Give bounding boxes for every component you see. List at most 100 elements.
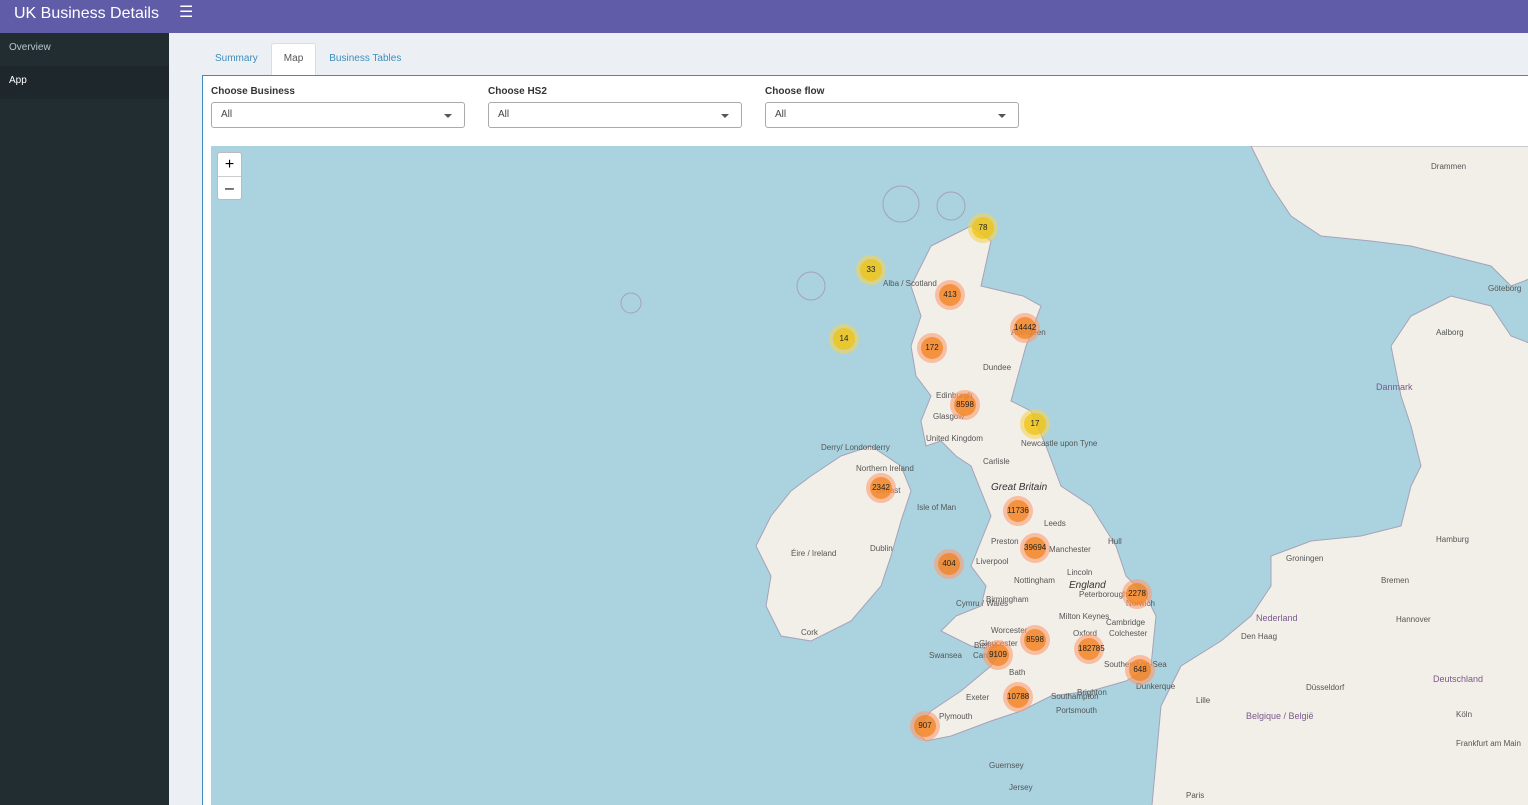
map-place-label: Portsmouth (1056, 706, 1097, 715)
flow-select[interactable]: All (765, 102, 1019, 128)
cluster-marker[interactable]: 14442 (1010, 313, 1040, 343)
map-place-label: Peterborough (1079, 590, 1128, 599)
cluster-marker[interactable]: 10788 (1003, 682, 1033, 712)
hs2-filter-label: Choose HS2 (488, 86, 547, 97)
cluster-marker[interactable]: 9109 (983, 640, 1013, 670)
map-place-label: Belgique / België (1246, 711, 1314, 721)
cluster-count: 404 (938, 553, 960, 575)
cluster-marker[interactable]: 2278 (1122, 579, 1152, 609)
map-place-label: Lincoln (1067, 568, 1093, 577)
cluster-count: 39694 (1024, 537, 1046, 559)
caret-down-icon (444, 114, 452, 118)
map-place-label: Jersey (1009, 783, 1033, 792)
map-place-label: Manchester (1049, 545, 1091, 554)
map-place-label: Derry/ Londonderry (821, 443, 890, 452)
map-place-label: Great Britain (991, 482, 1048, 493)
cluster-count: 9109 (987, 644, 1009, 666)
continental-europe-landmass (1151, 295, 1528, 805)
map-place-label: Göteborg (1488, 284, 1522, 293)
map-place-label: Alba / Scotland (883, 279, 937, 288)
map-place-label: Northern Ireland (856, 464, 914, 473)
cluster-count: 182785 (1078, 638, 1105, 660)
map-place-label: Nottingham (1014, 576, 1055, 585)
map-place-label: Hannover (1396, 615, 1431, 624)
business-select[interactable]: All (211, 102, 465, 128)
cluster-count: 172 (921, 337, 943, 359)
map-place-label: Düsseldorf (1306, 683, 1345, 692)
island-outline (620, 292, 642, 314)
map-place-label: Köln (1456, 710, 1473, 719)
cluster-marker[interactable]: 33 (856, 255, 886, 285)
cluster-count: 10788 (1007, 686, 1029, 708)
map-place-label: Den Haag (1241, 632, 1278, 641)
map-place-label: Dundee (983, 363, 1012, 372)
zoom-out-button[interactable]: – (218, 176, 241, 199)
map-place-label: Cambridge (1106, 618, 1146, 627)
map-place-label: Exeter (966, 693, 990, 702)
cluster-marker[interactable]: 39694 (1020, 533, 1050, 563)
tab-business-tables[interactable]: Business Tables (316, 43, 414, 76)
cluster-marker[interactable]: 182785 (1074, 634, 1105, 664)
cluster-marker[interactable]: 404 (934, 549, 964, 579)
map-place-label: Lille (1196, 696, 1211, 705)
sidebar-item-overview[interactable]: Overview (0, 33, 169, 66)
caret-down-icon (721, 114, 729, 118)
zoom-control: + – (217, 152, 242, 200)
map-place-label: United Kingdom (926, 434, 983, 443)
cluster-marker[interactable]: 14 (829, 324, 859, 354)
map-place-label: Colchester (1109, 629, 1148, 638)
map-place-label: Bremen (1381, 576, 1410, 585)
main-content: Summary Map Business Tables Choose Busin… (169, 33, 1528, 805)
cluster-marker[interactable]: 907 (910, 711, 940, 741)
map-place-label: Plymouth (939, 712, 973, 721)
map-place-label: Liverpool (976, 557, 1009, 566)
map-place-label: Nederland (1256, 613, 1298, 623)
business-filter-label: Choose Business (211, 86, 295, 97)
island-outline (882, 185, 920, 223)
cluster-marker[interactable]: 11736 (1003, 496, 1033, 526)
map-place-label: Groningen (1286, 554, 1324, 563)
sidebar-toggle-icon[interactable]: ☰ (179, 5, 193, 21)
cluster-count: 14 (833, 328, 855, 350)
norway-landmass (1250, 146, 1528, 287)
map-place-label: Newcastle upon Tyne (1021, 439, 1098, 448)
island-outline (936, 191, 966, 221)
cluster-marker[interactable]: 78 (968, 213, 998, 243)
map-place-label: Frankfurt am Main (1456, 739, 1521, 748)
zoom-in-button[interactable]: + (218, 153, 241, 176)
cluster-count: 78 (972, 217, 994, 239)
map-place-label: Paris (1186, 791, 1205, 800)
map-place-label: Deutschland (1433, 674, 1484, 684)
map-place-label: Cork (801, 628, 818, 637)
cluster-marker[interactable]: 8598 (1020, 625, 1050, 655)
cluster-marker[interactable]: 172 (917, 333, 947, 363)
cluster-count: 413 (939, 284, 961, 306)
hs2-select[interactable]: All (488, 102, 742, 128)
cluster-marker[interactable]: 17 (1020, 409, 1050, 439)
cluster-marker[interactable]: 2342 (866, 473, 896, 503)
cluster-map[interactable]: + – Great Britain United Kingdom Glasgow Du… (211, 146, 1528, 805)
sidebar-item-app[interactable]: App (0, 66, 169, 99)
map-place-label: England (1069, 580, 1106, 591)
map-place-label: Hull (1108, 537, 1122, 546)
cluster-count: 11736 (1007, 500, 1029, 522)
tab-summary[interactable]: Summary (202, 43, 271, 76)
map-place-label: Aalborg (1436, 328, 1464, 337)
business-filter: Choose Business All (211, 86, 465, 128)
cluster-marker[interactable]: 413 (935, 280, 965, 310)
cluster-marker[interactable]: 8598 (950, 390, 980, 420)
map-place-label: Drammen (1431, 162, 1467, 171)
cluster-count: 2278 (1126, 583, 1148, 605)
cluster-count: 648 (1129, 659, 1151, 681)
cluster-marker[interactable]: 648 (1125, 655, 1155, 685)
map-place-label: Danmark (1376, 382, 1413, 392)
cluster-count: 33 (860, 259, 882, 281)
cluster-count: 2342 (870, 477, 892, 499)
cluster-count: 17 (1024, 413, 1046, 435)
cluster-count: 8598 (954, 394, 976, 416)
tab-map[interactable]: Map (270, 43, 317, 76)
map-place-label: Éire / Ireland (791, 549, 837, 558)
business-select-value: All (221, 109, 233, 120)
island-outline (796, 271, 826, 301)
cluster-count: 14442 (1014, 317, 1036, 339)
